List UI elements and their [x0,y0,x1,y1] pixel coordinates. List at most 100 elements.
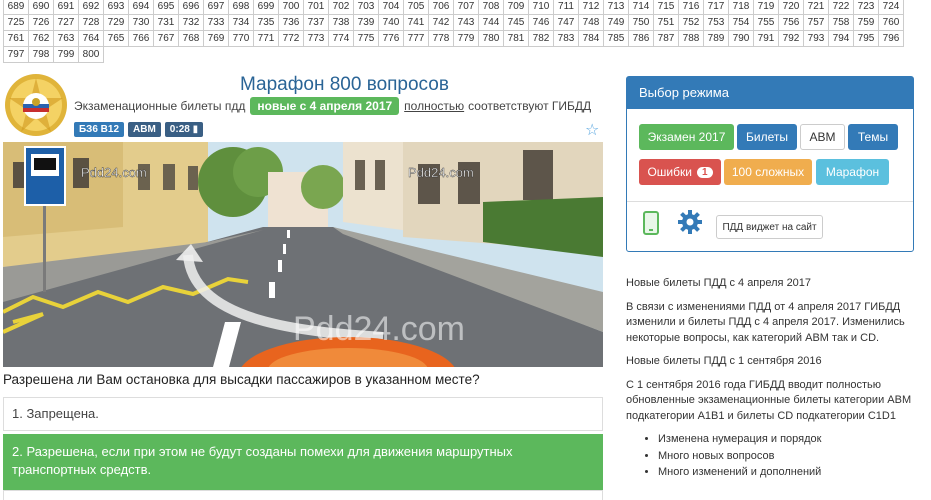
question-number-link[interactable]: 784 [578,30,604,47]
question-number-link[interactable]: 721 [803,0,829,15]
question-number-link[interactable]: 727 [53,14,79,31]
question-number-link[interactable]: 715 [653,0,679,15]
favorite-star-icon[interactable]: ☆ [585,120,599,140]
question-number-link[interactable]: 776 [378,30,404,47]
question-number-link[interactable]: 730 [128,14,154,31]
question-number-link[interactable]: 717 [703,0,729,15]
answer-option-2[interactable]: 2. Разрешена, если при этом не будут соз… [3,434,603,490]
question-number-link[interactable]: 788 [678,30,704,47]
question-number-link[interactable]: 724 [878,0,904,15]
question-number-link[interactable]: 771 [253,30,279,47]
question-number-link[interactable]: 765 [103,30,129,47]
question-number-link[interactable]: 691 [53,0,79,15]
question-number-link[interactable]: 794 [828,30,854,47]
question-number-link[interactable]: 746 [528,14,554,31]
question-number-link[interactable]: 733 [203,14,229,31]
question-number-link[interactable]: 768 [178,30,204,47]
question-number-link[interactable]: 793 [803,30,829,47]
question-number-link[interactable]: 785 [603,30,629,47]
question-number-link[interactable]: 695 [153,0,179,15]
question-number-link[interactable]: 729 [103,14,129,31]
question-number-link[interactable]: 778 [428,30,454,47]
question-number-link[interactable]: 698 [228,0,254,15]
question-number-link[interactable]: 745 [503,14,529,31]
question-number-link[interactable]: 756 [778,14,804,31]
tickets-button[interactable]: Билеты [737,124,797,150]
question-number-link[interactable]: 786 [628,30,654,47]
question-number-link[interactable]: 749 [603,14,629,31]
gear-icon[interactable] [677,209,703,235]
question-number-link[interactable]: 759 [853,14,879,31]
question-number-link[interactable]: 705 [403,0,429,15]
question-number-link[interactable]: 773 [303,30,329,47]
question-number-link[interactable]: 714 [628,0,654,15]
question-number-link[interactable]: 740 [378,14,404,31]
question-number-link[interactable]: 753 [703,14,729,31]
question-number-link[interactable]: 704 [378,0,404,15]
question-number-link[interactable]: 780 [478,30,504,47]
question-number-link[interactable]: 743 [453,14,479,31]
question-number-link[interactable]: 734 [228,14,254,31]
question-number-link[interactable]: 797 [3,46,29,63]
exam-button[interactable]: Экзамен 2017 [639,124,734,150]
question-number-link[interactable]: 735 [253,14,279,31]
question-number-link[interactable]: 712 [578,0,604,15]
question-number-link[interactable]: 795 [853,30,879,47]
question-number-link[interactable]: 796 [878,30,904,47]
question-number-link[interactable]: 798 [28,46,54,63]
site-widget-button[interactable]: ПДД виджет на сайт [716,215,823,239]
question-number-link[interactable]: 769 [203,30,229,47]
question-number-link[interactable]: 709 [503,0,529,15]
question-number-link[interactable]: 750 [628,14,654,31]
question-number-link[interactable]: 783 [553,30,579,47]
fully-link[interactable]: полностью [404,99,464,113]
question-number-link[interactable]: 725 [3,14,29,31]
question-number-link[interactable]: 741 [403,14,429,31]
question-number-link[interactable]: 736 [278,14,304,31]
question-number-link[interactable]: 710 [528,0,554,15]
question-number-link[interactable]: 706 [428,0,454,15]
hard-100-button[interactable]: 100 сложных [724,159,812,185]
question-number-link[interactable]: 757 [803,14,829,31]
question-number-link[interactable]: 762 [28,30,54,47]
question-number-link[interactable]: 799 [53,46,79,63]
question-number-link[interactable]: 761 [3,30,29,47]
question-number-link[interactable]: 690 [28,0,54,15]
question-number-link[interactable]: 742 [428,14,454,31]
question-number-link[interactable]: 739 [353,14,379,31]
category-abm-button[interactable]: АВМ [800,124,845,150]
question-number-link[interactable]: 744 [478,14,504,31]
question-number-link[interactable]: 708 [478,0,504,15]
question-number-link[interactable]: 702 [328,0,354,15]
question-number-link[interactable]: 772 [278,30,304,47]
question-number-link[interactable]: 723 [853,0,879,15]
question-number-link[interactable]: 751 [653,14,679,31]
question-number-link[interactable]: 711 [553,0,579,15]
question-number-link[interactable]: 692 [78,0,104,15]
question-number-link[interactable]: 782 [528,30,554,47]
question-number-link[interactable]: 752 [678,14,704,31]
question-number-link[interactable]: 703 [353,0,379,15]
question-number-link[interactable]: 758 [828,14,854,31]
answer-option-1[interactable]: 1. Запрещена. [3,397,603,431]
question-number-link[interactable]: 770 [228,30,254,47]
question-number-link[interactable]: 774 [328,30,354,47]
question-number-link[interactable]: 720 [778,0,804,15]
question-number-link[interactable]: 694 [128,0,154,15]
question-number-link[interactable]: 693 [103,0,129,15]
question-number-link[interactable]: 699 [253,0,279,15]
question-number-link[interactable]: 738 [328,14,354,31]
question-number-link[interactable]: 766 [128,30,154,47]
question-number-link[interactable]: 755 [753,14,779,31]
question-number-link[interactable]: 718 [728,0,754,15]
question-number-link[interactable]: 775 [353,30,379,47]
question-number-link[interactable]: 728 [78,14,104,31]
question-number-link[interactable]: 716 [678,0,704,15]
question-number-link[interactable]: 732 [178,14,204,31]
question-number-link[interactable]: 747 [553,14,579,31]
question-number-link[interactable]: 696 [178,0,204,15]
question-number-link[interactable]: 737 [303,14,329,31]
question-number-link[interactable]: 781 [503,30,529,47]
question-number-link[interactable]: 764 [78,30,104,47]
question-number-link[interactable]: 713 [603,0,629,15]
